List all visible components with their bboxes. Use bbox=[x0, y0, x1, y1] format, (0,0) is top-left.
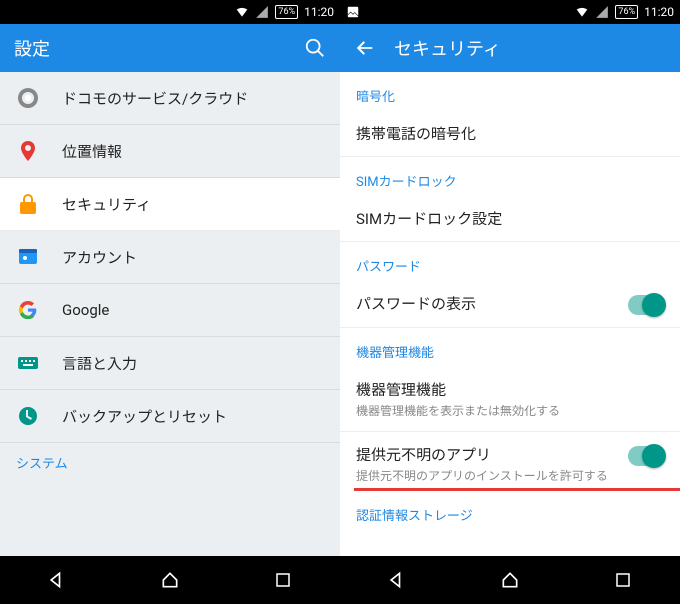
pin-icon bbox=[16, 139, 40, 163]
id-icon bbox=[16, 245, 40, 269]
setting-title: 機器管理機能 bbox=[356, 379, 664, 400]
list-item-label: ドコモのサービス/クラウド bbox=[62, 88, 248, 109]
back-icon[interactable] bbox=[385, 568, 409, 592]
security-list: 暗号化 携帯電話の暗号化 SIMカードロック SIMカードロック設定 パスワード… bbox=[340, 72, 680, 556]
clock-value: 11:20 bbox=[644, 5, 674, 19]
wifi-icon bbox=[575, 5, 589, 19]
signal-icon bbox=[595, 5, 609, 19]
section-admin: 機器管理機能 bbox=[340, 328, 680, 367]
setting-title: 提供元不明のアプリ bbox=[356, 444, 618, 465]
settings-list: ドコモのサービス/クラウド 位置情報 セキュリティ アカウント Google bbox=[0, 72, 340, 556]
toggle-unknown-sources[interactable] bbox=[628, 446, 664, 466]
battery-value: 76% bbox=[278, 6, 295, 18]
security-pane: 76% 11:20 セキュリティ 暗号化 携帯電話の暗号化 SIMカードロック … bbox=[340, 0, 680, 604]
list-item-language[interactable]: 言語と入力 bbox=[0, 337, 340, 390]
recent-icon[interactable] bbox=[271, 568, 295, 592]
list-item-google[interactable]: Google bbox=[0, 284, 340, 337]
setting-show-password[interactable]: パスワードの表示 bbox=[340, 281, 680, 328]
battery-box: 76% bbox=[615, 5, 638, 19]
list-item-label: セキュリティ bbox=[62, 194, 151, 215]
keyboard-icon bbox=[16, 351, 40, 375]
back-icon[interactable] bbox=[45, 568, 69, 592]
list-item-label: バックアップとリセット bbox=[62, 406, 227, 427]
setting-title: SIMカードロック設定 bbox=[356, 208, 664, 229]
setting-title: 携帯電話の暗号化 bbox=[356, 123, 664, 144]
list-item-accounts[interactable]: アカウント bbox=[0, 231, 340, 284]
appbar-right: セキュリティ bbox=[340, 24, 680, 72]
setting-subtitle: 機器管理機能を表示または無効化する bbox=[356, 402, 664, 419]
wifi-icon bbox=[235, 5, 249, 19]
gear-icon bbox=[16, 86, 40, 110]
setting-title: パスワードの表示 bbox=[356, 293, 618, 314]
list-item-location[interactable]: 位置情報 bbox=[0, 125, 340, 178]
list-item-docomo[interactable]: ドコモのサービス/クラウド bbox=[0, 72, 340, 125]
back-arrow-icon[interactable] bbox=[354, 37, 376, 59]
recent-icon[interactable] bbox=[611, 568, 635, 592]
gallery-icon bbox=[346, 5, 360, 19]
lock-icon bbox=[16, 192, 40, 216]
setting-device-admin[interactable]: 機器管理機能 機器管理機能を表示または無効化する bbox=[340, 367, 680, 432]
section-password: パスワード bbox=[340, 242, 680, 281]
battery-box: 76% bbox=[275, 5, 298, 19]
list-item-label: アカウント bbox=[62, 247, 137, 268]
section-encryption: 暗号化 bbox=[340, 72, 680, 111]
statusbar-right: 76% 11:20 bbox=[340, 0, 680, 24]
google-icon bbox=[16, 298, 40, 322]
list-item-security[interactable]: セキュリティ bbox=[0, 178, 340, 231]
page-title: セキュリティ bbox=[394, 35, 666, 61]
section-sim: SIMカードロック bbox=[340, 157, 680, 196]
navbar-right bbox=[340, 556, 680, 604]
category-system: システム bbox=[0, 443, 340, 476]
list-item-label: 言語と入力 bbox=[62, 353, 137, 374]
battery-value: 76% bbox=[618, 6, 635, 18]
setting-phone-encryption[interactable]: 携帯電話の暗号化 bbox=[340, 111, 680, 157]
navbar-left bbox=[0, 556, 340, 604]
restore-icon bbox=[16, 404, 40, 428]
home-icon[interactable] bbox=[498, 568, 522, 592]
signal-icon bbox=[255, 5, 269, 19]
page-title: 設定 bbox=[14, 35, 286, 61]
setting-sim-lock[interactable]: SIMカードロック設定 bbox=[340, 196, 680, 242]
list-item-label: Google bbox=[62, 301, 109, 319]
list-item-backup[interactable]: バックアップとリセット bbox=[0, 390, 340, 443]
statusbar-left: 76% 11:20 bbox=[0, 0, 340, 24]
list-item-label: 位置情報 bbox=[62, 141, 122, 162]
highlight-underline bbox=[354, 488, 680, 491]
appbar-left: 設定 bbox=[0, 24, 340, 72]
setting-subtitle: 提供元不明のアプリのインストールを許可する bbox=[356, 467, 618, 484]
home-icon[interactable] bbox=[158, 568, 182, 592]
toggle-show-password[interactable] bbox=[628, 295, 664, 315]
section-credentials: 認証情報ストレージ bbox=[340, 491, 680, 538]
clock-value: 11:20 bbox=[304, 5, 334, 19]
settings-pane: 76% 11:20 設定 ドコモのサービス/クラウド 位置情報 セキュリティ bbox=[0, 0, 340, 604]
setting-unknown-sources[interactable]: 提供元不明のアプリ 提供元不明のアプリのインストールを許可する bbox=[340, 432, 680, 490]
search-icon[interactable] bbox=[304, 37, 326, 59]
